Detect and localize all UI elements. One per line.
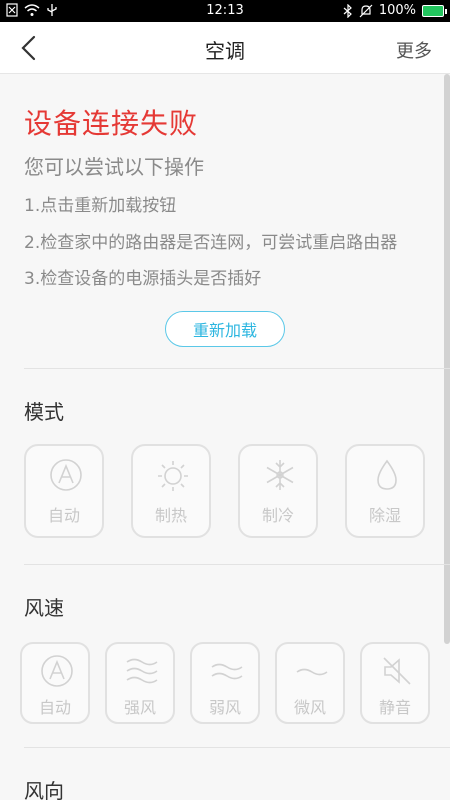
wind-strong-icon (126, 658, 158, 684)
divider (24, 564, 450, 565)
fan-strong-label: 强风 (123, 698, 156, 717)
droplet-icon (377, 459, 397, 490)
fan-mute-label: 静音 (378, 698, 411, 717)
fan-strong-button[interactable]: 强风 (105, 642, 175, 724)
fan-mute-button[interactable]: 静音 (360, 642, 430, 724)
more-button[interactable]: 更多 (396, 37, 432, 63)
mode-heat-button[interactable]: 制热 (131, 444, 211, 538)
mode-auto-button[interactable]: 自动 (24, 444, 104, 538)
scrollbar[interactable] (444, 74, 450, 644)
reload-button[interactable]: 重新加载 (165, 311, 285, 347)
battery-icon (422, 4, 447, 17)
fan-breeze-label: 微风 (293, 698, 326, 717)
mute-icon (383, 657, 411, 685)
status-icons-right: 100% (343, 3, 447, 18)
mode-auto-label: 自动 (47, 506, 80, 525)
fan-auto-button[interactable]: 自动 (20, 642, 90, 724)
divider (24, 368, 450, 369)
mode-cool-button[interactable]: 制冷 (238, 444, 318, 538)
page-title: 空调 (205, 39, 245, 63)
mode-cool-label: 制冷 (261, 506, 294, 525)
error-step-3: 3.检查设备的电源插头是否插好 (24, 269, 262, 289)
fan-breeze-button[interactable]: 微风 (275, 642, 345, 724)
mode-heat-label: 制热 (154, 506, 187, 525)
auto-icon (50, 459, 82, 491)
fan-weak-button[interactable]: 弱风 (190, 642, 260, 724)
fan-auto-label: 自动 (38, 698, 71, 717)
error-step-1: 1.点击重新加载按钮 (24, 196, 177, 216)
silent-icon (359, 4, 373, 17)
wind-breeze-icon (296, 668, 328, 676)
mode-label: 模式 (24, 400, 64, 424)
status-bar: 12:13 100% (0, 0, 450, 22)
sun-icon (158, 461, 188, 491)
mode-dry-label: 除湿 (368, 506, 401, 525)
mode-dry-button[interactable]: 除湿 (345, 444, 425, 538)
snowflake-icon (266, 460, 294, 490)
fan-weak-label: 弱风 (208, 698, 241, 717)
error-subtitle: 您可以尝试以下操作 (24, 155, 204, 179)
error-title: 设备连接失败 (24, 107, 199, 140)
error-step-2: 2.检查家中的路由器是否连网，可尝试重启路由器 (24, 233, 398, 253)
direction-label: 风向 (24, 779, 64, 800)
nav-bar: 空调 更多 (0, 22, 450, 74)
battery-percent: 100% (378, 3, 416, 18)
wind-weak-icon (211, 663, 243, 680)
bluetooth-icon (343, 3, 352, 18)
auto-icon (41, 655, 73, 687)
divider (24, 747, 450, 748)
fan-label: 风速 (24, 596, 64, 620)
